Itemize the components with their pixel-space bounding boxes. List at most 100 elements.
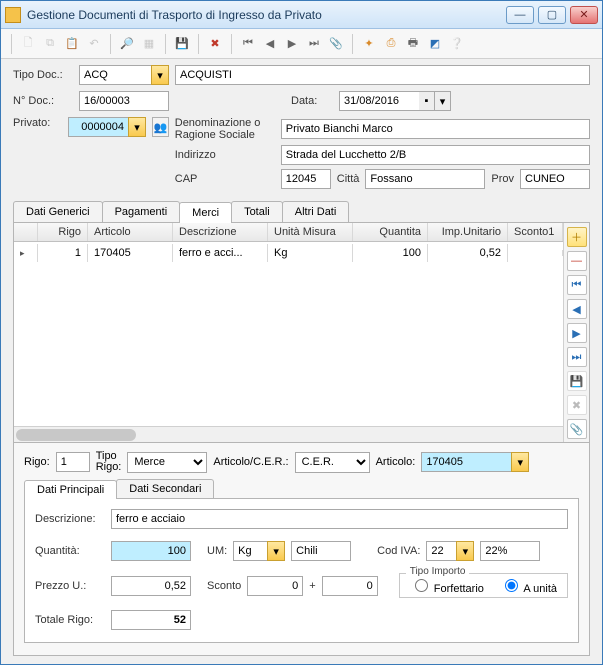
col-descrizione[interactable]: Descrizione (173, 223, 268, 241)
col-sconto1[interactable]: Sconto1 (508, 223, 563, 241)
detail-descr-label: Descrizione: (35, 513, 105, 525)
detail-qta-input[interactable] (111, 541, 191, 561)
detail-sconto1-input[interactable] (247, 576, 303, 596)
detail-codiva-lookup-button[interactable]: ▾ (456, 541, 474, 561)
detail-rigo-input[interactable] (56, 452, 90, 472)
date-picker-button[interactable]: ▾ (435, 91, 451, 111)
date-step-button[interactable]: ▪ (419, 91, 435, 111)
indirizzo-input[interactable] (281, 145, 590, 165)
detail-prezzo-input[interactable] (111, 576, 191, 596)
detail-tab-principali[interactable]: Dati Principali (24, 480, 117, 499)
radio-a-unita[interactable]: A unità (500, 576, 557, 595)
detail-artcer-label: Articolo/C.E.R.: (213, 456, 288, 468)
detail-artcer-select[interactable]: C.E.R. (295, 452, 370, 473)
new-doc-icon[interactable]: 🗋 (18, 34, 38, 54)
nav-last-icon[interactable]: ⏭ (304, 34, 324, 54)
data-input[interactable] (339, 91, 419, 111)
action-1-icon[interactable]: ✦ (359, 34, 379, 54)
citta-label: Città (337, 173, 360, 185)
tab-pagamenti[interactable]: Pagamenti (102, 201, 181, 222)
action-2-icon[interactable]: ⎙ (381, 34, 401, 54)
tab-altri-dati[interactable]: Altri Dati (282, 201, 350, 222)
detail-totale-input (111, 610, 191, 630)
merci-grid[interactable]: Rigo Articolo Descrizione Unità Misura Q… (14, 223, 563, 442)
col-quantita[interactable]: Quantita (353, 223, 428, 241)
grid-next-button[interactable]: ▶ (567, 323, 587, 343)
grid-save-button[interactable]: 💾 (567, 371, 587, 391)
prov-input[interactable] (520, 169, 590, 189)
num-doc-input[interactable] (79, 91, 169, 111)
tipo-doc-input[interactable] (79, 65, 151, 85)
app-window: Gestione Documenti di Trasporto di Ingre… (0, 0, 603, 665)
nav-first-icon[interactable]: ⏮ (238, 34, 258, 54)
denom-label: Denominazione o Ragione Sociale (175, 117, 275, 141)
maximize-button[interactable]: ▢ (538, 6, 566, 24)
grid-add-button[interactable]: ＋ (567, 227, 587, 247)
undo-icon[interactable]: ↶ (84, 34, 104, 54)
find-icon[interactable]: 🔎 (117, 34, 137, 54)
grid-last-button[interactable]: ⏭ (567, 347, 587, 367)
col-unita-misura[interactable]: Unità Misura (268, 223, 353, 241)
data-label: Data: (291, 95, 333, 107)
detail-descr-input[interactable] (111, 509, 568, 529)
col-articolo[interactable]: Articolo (88, 223, 173, 241)
minimize-button[interactable]: — (506, 6, 534, 24)
privato-label: Privato: (13, 117, 62, 129)
row-selector-icon[interactable] (14, 244, 38, 262)
grid-attach-button[interactable]: 📎 (567, 419, 587, 439)
privato-lookup-button[interactable]: ▾ (128, 117, 146, 137)
detail-tab-secondari[interactable]: Dati Secondari (116, 479, 214, 498)
tipo-doc-label: Tipo Doc.: (13, 69, 73, 81)
grid-side-toolbar: ＋ — ⏮ ◀ ▶ ⏭ 💾 ✖ 📎 (563, 223, 589, 442)
detail-tipo-rigo-label: TipoRigo: (96, 451, 122, 473)
privato-contact-button[interactable]: 👥 (152, 117, 169, 137)
detail-articolo-lookup-button[interactable]: ▾ (511, 452, 529, 472)
detail-um-label: UM: (207, 545, 227, 557)
detail-codiva-input[interactable] (426, 541, 456, 561)
col-rigo[interactable]: Rigo (38, 223, 88, 241)
grid-first-button[interactable]: ⏮ (567, 275, 587, 295)
filter-icon[interactable]: ▦ (139, 34, 159, 54)
grid-remove-button[interactable]: — (567, 251, 587, 271)
tab-merci[interactable]: Merci (179, 202, 232, 223)
grid-row[interactable]: 1 170405 ferro e acci... Kg 100 0,52 (14, 242, 563, 264)
nav-prev-icon[interactable]: ◀ (260, 34, 280, 54)
save-icon[interactable]: 💾 (172, 34, 192, 54)
main-tabs: Dati Generici Pagamenti Merci Totali Alt… (13, 201, 590, 223)
help-icon[interactable]: ❔ (447, 34, 467, 54)
copy-icon[interactable]: ⧉ (40, 34, 60, 54)
prov-label: Prov (491, 173, 514, 185)
detail-articolo-input[interactable] (421, 452, 511, 472)
citta-input[interactable] (365, 169, 485, 189)
app-icon (5, 7, 21, 23)
detail-rigo-label: Rigo: (24, 456, 50, 468)
grid-cancel-button[interactable]: ✖ (567, 395, 587, 415)
window-title: Gestione Documenti di Trasporto di Ingre… (27, 8, 506, 22)
nav-next-icon[interactable]: ▶ (282, 34, 302, 54)
tipo-doc-lookup-button[interactable]: ▾ (151, 65, 169, 85)
tab-totali[interactable]: Totali (231, 201, 283, 222)
col-imp-unitario[interactable]: Imp.Unitario (428, 223, 508, 241)
indirizzo-label: Indirizzo (175, 149, 275, 161)
radio-forfettario[interactable]: Forfettario (410, 576, 484, 595)
close-button[interactable]: ✕ (570, 6, 598, 24)
detail-sconto2-input[interactable] (322, 576, 378, 596)
grid-horizontal-scrollbar[interactable] (14, 426, 563, 442)
print-icon[interactable]: 🖶 (403, 34, 423, 54)
denom-input[interactable] (281, 119, 590, 139)
detail-prezzo-label: Prezzo U.: (35, 580, 105, 592)
attach-icon[interactable]: 📎 (326, 34, 346, 54)
privato-input[interactable] (68, 117, 128, 137)
detail-codiva-desc (480, 541, 540, 561)
detail-um-input[interactable] (233, 541, 267, 561)
tab-dati-generici[interactable]: Dati Generici (13, 201, 103, 222)
cap-input[interactable] (281, 169, 331, 189)
detail-articolo-label: Articolo: (376, 456, 416, 468)
detail-um-lookup-button[interactable]: ▾ (267, 541, 285, 561)
paste-icon[interactable]: 📋 (62, 34, 82, 54)
delete-icon[interactable]: ✖ (205, 34, 225, 54)
tipo-doc-desc[interactable] (175, 65, 590, 85)
detail-tipo-rigo-select[interactable]: Merce (127, 452, 207, 473)
grid-prev-button[interactable]: ◀ (567, 299, 587, 319)
action-3-icon[interactable]: ◩ (425, 34, 445, 54)
